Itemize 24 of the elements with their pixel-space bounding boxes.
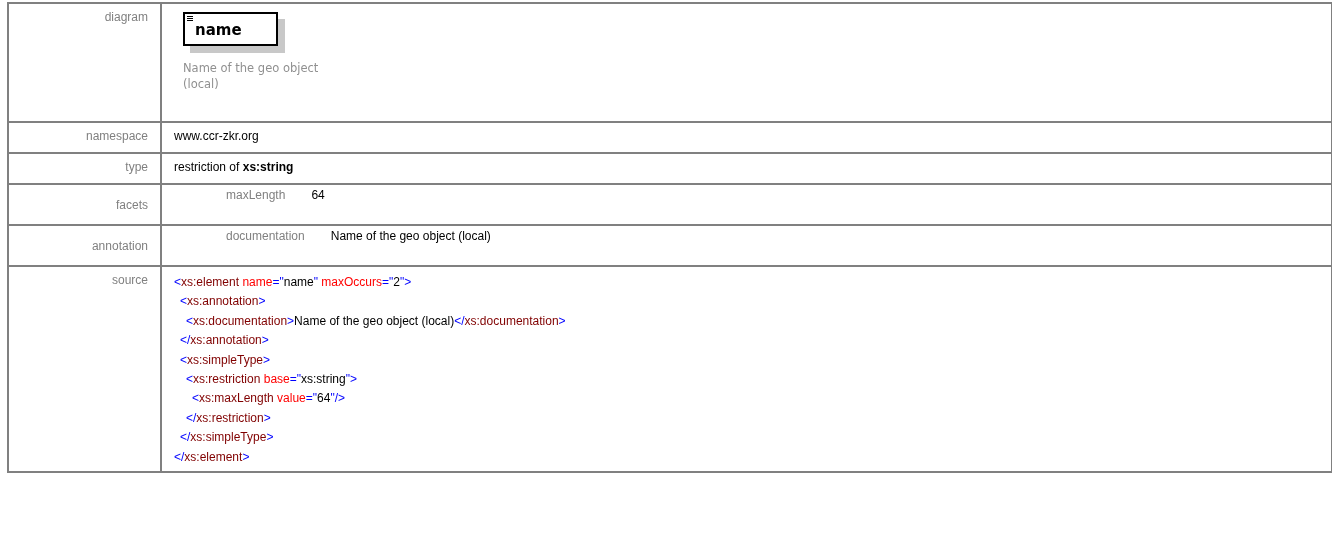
code-line: <xs:documentation>Name of the geo object (local)</xs:documentation>: [186, 313, 566, 328]
row-label: annotation: [91, 238, 148, 253]
code-line: </xs:simpleType>: [180, 430, 274, 445]
row-label: facets: [116, 197, 148, 212]
facet-value: Name of the geo object (local): [330, 229, 491, 243]
element-caption: Name of the geo object (local): [183, 60, 320, 92]
code-line: </xs:restriction>: [186, 410, 271, 425]
value-text: restriction of xs:string: [174, 160, 294, 174]
facet-value: 64: [311, 188, 325, 202]
row-label: namespace: [85, 129, 148, 143]
value-text: www.ccr-zkr.org: [174, 129, 259, 143]
facet-label: maxLength: [226, 188, 286, 202]
code-line: <xs:restriction base="xs:string">: [186, 372, 357, 387]
row-label: type: [125, 160, 148, 174]
code-line: <xs:annotation>: [180, 294, 266, 309]
row-label: source: [111, 273, 148, 287]
code-line: <xs:maxLength value="64"/>: [192, 391, 346, 406]
facet-label: documentation: [226, 229, 305, 243]
code-line: </xs:element>: [174, 449, 250, 464]
lines-icon: [187, 16, 193, 22]
code-line: <xs:simpleType>: [180, 352, 271, 367]
code-line: </xs:annotation>: [180, 333, 269, 348]
row-label: diagram: [104, 10, 148, 24]
code-line: <xs:element name="name" maxOccurs="2">: [174, 275, 412, 289]
